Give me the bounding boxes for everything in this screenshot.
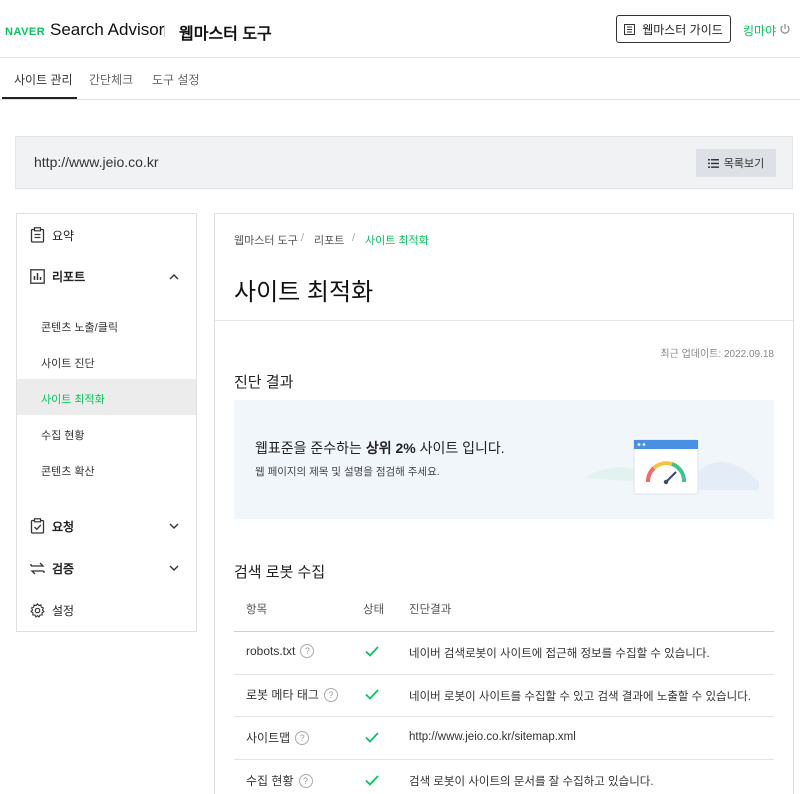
sidebar-item-report[interactable]: 리포트 bbox=[30, 266, 85, 286]
robot-section-title: 검색 로봇 수집 bbox=[234, 564, 326, 581]
clipboard-icon bbox=[30, 227, 45, 243]
sidebar-item-verify[interactable]: 검증 bbox=[30, 558, 74, 578]
column-header-status: 상태 bbox=[363, 604, 385, 616]
top-nav: 사이트 관리 간단체크 도구 설정 bbox=[0, 58, 800, 100]
help-icon[interactable]: ? bbox=[295, 730, 310, 745]
chevron-down-icon[interactable] bbox=[169, 565, 179, 572]
page-title: 사이트 최적화 bbox=[234, 279, 374, 306]
speedometer-illustration bbox=[584, 439, 759, 495]
table-row-item: 로봇 메타 태그? bbox=[246, 686, 338, 703]
sidebar-sub-site-diagnosis[interactable]: 사이트 진단 bbox=[41, 355, 95, 371]
tab-site-management[interactable]: 사이트 관리 bbox=[14, 71, 73, 88]
diagnosis-title: 진단 결과 bbox=[234, 374, 294, 391]
row-divider bbox=[234, 759, 774, 760]
chevron-down-icon[interactable] bbox=[169, 523, 179, 530]
help-icon[interactable]: ? bbox=[323, 687, 338, 702]
app-name[interactable]: Search Advisor bbox=[50, 20, 164, 40]
column-header-item: 항목 bbox=[246, 604, 268, 616]
diagnosis-message: 웹표준을 준수하는 상위 2% 사이트 입니다. bbox=[255, 440, 505, 456]
naver-logo[interactable]: NAVER bbox=[5, 26, 45, 38]
table-row-result: 검색 로봇이 사이트의 문서를 잘 수집하고 있습니다. bbox=[409, 776, 654, 788]
diagnosis-sub-message: 웹 페이지의 제목 및 설명을 점검해 주세요. bbox=[255, 466, 440, 478]
table-row-item: robots.txt? bbox=[246, 644, 315, 658]
webmaster-guide-label: 웹마스터 가이드 bbox=[642, 22, 723, 37]
diagnosis-rank: 상위 2% bbox=[365, 440, 416, 456]
table-row-result: 네이버 검색로봇이 사이트에 접근해 정보를 수집할 수 있습니다. bbox=[409, 648, 710, 660]
swap-icon bbox=[30, 562, 45, 574]
column-header-result: 진단결과 bbox=[409, 604, 452, 616]
check-doc-icon bbox=[30, 518, 45, 534]
breadcrumb-webmaster[interactable]: 웹마스터 도구 bbox=[234, 232, 298, 248]
site-url-bar: http://www.jeio.co.kr 목록보기 bbox=[15, 136, 793, 189]
site-url: http://www.jeio.co.kr bbox=[34, 154, 159, 170]
sitemap-link[interactable]: http://www.jeio.co.kr/sitemap.xml bbox=[409, 731, 576, 743]
sidebar-item-label: 요청 bbox=[52, 519, 75, 534]
row-divider bbox=[234, 716, 774, 717]
power-icon[interactable] bbox=[779, 23, 791, 35]
sidebar-item-label: 요약 bbox=[52, 228, 75, 243]
tab-tool-settings[interactable]: 도구 설정 bbox=[152, 71, 200, 88]
title-divider bbox=[215, 320, 793, 321]
table-row-item: 수집 현황? bbox=[246, 772, 313, 789]
active-tab-indicator bbox=[2, 97, 77, 99]
gear-icon bbox=[30, 602, 45, 618]
breadcrumb-separator: / bbox=[301, 232, 305, 244]
sidebar-item-summary[interactable]: 요약 bbox=[30, 225, 74, 245]
logo-divider bbox=[164, 25, 165, 37]
table-header-divider bbox=[234, 631, 774, 632]
sidebar-item-label: 설정 bbox=[52, 603, 75, 618]
list-icon bbox=[707, 158, 719, 168]
webmaster-guide-button[interactable]: 웹마스터 가이드 bbox=[616, 15, 731, 43]
check-icon bbox=[365, 646, 379, 657]
book-icon bbox=[624, 23, 636, 35]
chart-icon bbox=[30, 268, 45, 284]
header: NAVER Search Advisor 웹마스터 도구 웹마스터 가이드 킹마… bbox=[0, 0, 800, 58]
last-updated: 최근 업데이트: 2022.09.18 bbox=[660, 349, 774, 360]
breadcrumb-report[interactable]: 리포트 bbox=[314, 232, 344, 248]
sidebar-sub-content-exposure[interactable]: 콘텐츠 노출/클릭 bbox=[41, 319, 118, 335]
sidebar: 요약 리포트 콘텐츠 노출/클릭 사이트 진단 사이트 최적화 수집 현황 콘텐… bbox=[16, 213, 197, 632]
table-row-item: 사이트맵? bbox=[246, 729, 310, 746]
user-name[interactable]: 킹마야 bbox=[743, 22, 776, 39]
diagnosis-result-box: 웹표준을 준수하는 상위 2% 사이트 입니다. 웹 페이지의 제목 및 설명을… bbox=[234, 400, 774, 519]
breadcrumb-current: 사이트 최적화 bbox=[365, 235, 429, 247]
breadcrumb-separator: / bbox=[352, 232, 356, 244]
sidebar-item-request[interactable]: 요청 bbox=[30, 516, 74, 536]
tab-quick-check[interactable]: 간단체크 bbox=[89, 71, 133, 88]
check-icon bbox=[365, 732, 379, 743]
check-icon bbox=[365, 775, 379, 786]
list-view-label: 목록보기 bbox=[723, 158, 765, 170]
check-icon bbox=[365, 689, 379, 700]
help-icon[interactable]: ? bbox=[300, 644, 315, 658]
sidebar-item-label: 검증 bbox=[52, 561, 75, 576]
sidebar-item-label: 리포트 bbox=[52, 269, 86, 284]
row-divider bbox=[234, 674, 774, 675]
help-icon[interactable]: ? bbox=[298, 773, 313, 788]
tool-name: 웹마스터 도구 bbox=[179, 26, 272, 43]
chevron-up-icon[interactable] bbox=[169, 273, 179, 280]
sidebar-sub-site-optimization[interactable]: 사이트 최적화 bbox=[41, 391, 105, 407]
sidebar-sub-content-spread[interactable]: 콘텐츠 확산 bbox=[41, 463, 95, 479]
sidebar-item-settings[interactable]: 설정 bbox=[30, 600, 74, 620]
sidebar-sub-crawl-status[interactable]: 수집 현황 bbox=[41, 427, 85, 443]
table-row-result: 네이버 로봇이 사이트를 수집할 수 있고 검색 결과에 노출할 수 있습니다. bbox=[409, 691, 751, 703]
main-panel: 웹마스터 도구 / 리포트 / 사이트 최적화 사이트 최적화 최근 업데이트:… bbox=[214, 213, 794, 794]
list-view-button[interactable]: 목록보기 bbox=[696, 149, 776, 177]
